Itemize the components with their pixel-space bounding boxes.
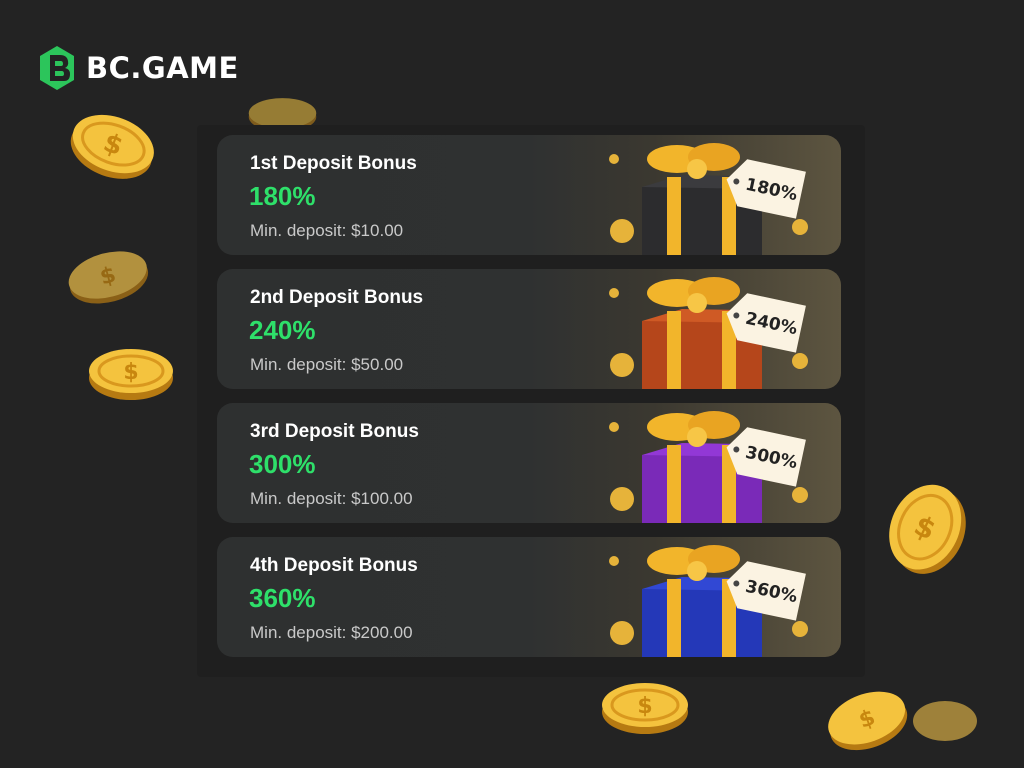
deposit-bonus-card-1[interactable]: 1st Deposit Bonus 180% Min. deposit: $10… — [217, 135, 841, 255]
gold-coin-icon: $ — [889, 484, 966, 574]
gift-box-icon: 360% — [609, 545, 808, 657]
gold-coin-icon: $ — [70, 114, 154, 179]
bonus-percent: 360% — [249, 583, 316, 613]
brand-logo[interactable]: BC.GAME — [38, 44, 239, 92]
bc-game-logo-icon — [40, 46, 74, 90]
bonus-title: 2nd Deposit Bonus — [250, 287, 424, 308]
gift-box-icon: 240% — [609, 277, 808, 389]
min-deposit: Min. deposit: $50.00 — [250, 355, 404, 374]
gold-coin-icon — [913, 701, 977, 741]
deposit-bonus-card-2[interactable]: 2nd Deposit Bonus 240% Min. deposit: $50… — [217, 269, 841, 389]
deposit-bonus-card-4[interactable]: 4th Deposit Bonus 360% Min. deposit: $20… — [217, 537, 841, 657]
min-deposit: Min. deposit: $100.00 — [250, 489, 413, 508]
svg-text:$: $ — [123, 360, 138, 385]
bonus-title: 4th Deposit Bonus — [250, 555, 418, 576]
bonus-title: 1st Deposit Bonus — [250, 153, 417, 174]
gold-coin-icon: $ — [828, 691, 908, 751]
deposit-bonus-card-3[interactable]: 3rd Deposit Bonus 300% Min. deposit: $10… — [217, 403, 841, 523]
min-deposit: Min. deposit: $10.00 — [250, 221, 404, 240]
bonus-title: 3rd Deposit Bonus — [250, 421, 419, 442]
gold-coin-icon: $ — [89, 349, 173, 400]
svg-text:$: $ — [637, 694, 652, 719]
gift-box-icon: 300% — [609, 411, 808, 523]
gold-coin-icon: $ — [602, 683, 688, 734]
bonus-percent: 300% — [249, 449, 316, 479]
brand-name: BC.GAME — [86, 51, 239, 85]
min-deposit: Min. deposit: $200.00 — [250, 623, 413, 642]
bonus-percent: 240% — [249, 315, 316, 345]
bonus-percent: 180% — [249, 181, 316, 211]
gift-box-icon: 180% — [609, 143, 808, 255]
gold-coin-icon: $ — [68, 251, 149, 304]
